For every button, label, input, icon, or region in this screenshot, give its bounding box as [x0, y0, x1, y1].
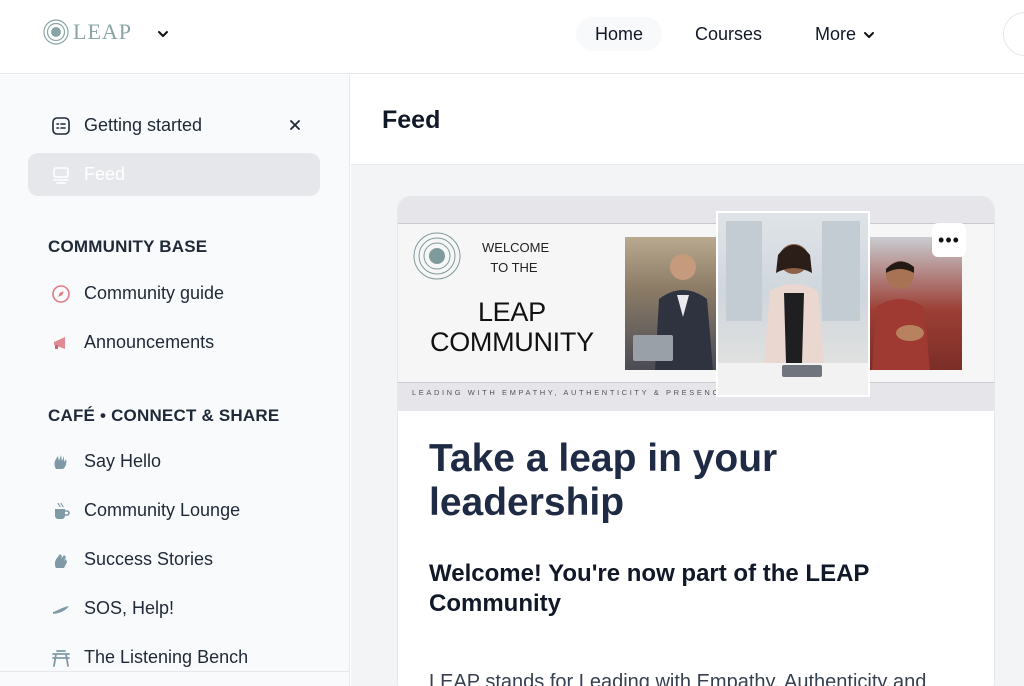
- sidebar-item-label: Success Stories: [84, 549, 214, 569]
- search-input[interactable]: [1003, 12, 1024, 56]
- bench-icon: [50, 647, 72, 669]
- nav-more-label: More: [815, 24, 857, 44]
- post-card[interactable]: WELCOME TO THE LEAP COMMUNITY LEADING WI…: [397, 196, 995, 686]
- sidebar-item-label: Say Hello: [84, 451, 162, 471]
- sidebar-item-label: Getting started: [84, 115, 203, 135]
- logo-icon: [43, 19, 69, 45]
- page-header: Feed: [351, 75, 1024, 165]
- checklist-icon: [50, 115, 72, 137]
- sidebar-item-label: SOS, Help!: [84, 598, 175, 618]
- sidebar-item-community-guide[interactable]: Community guide: [28, 272, 320, 315]
- post-subtitle: Welcome! You're now part of the LEAP Com…: [429, 560, 869, 617]
- sidebar-item-label: Community guide: [84, 283, 225, 303]
- post-cover-image: WELCOME TO THE LEAP COMMUNITY LEADING WI…: [398, 197, 994, 411]
- sidebar-item-say-hello[interactable]: Say Hello: [28, 440, 320, 483]
- coffee-icon: [50, 500, 72, 522]
- nav-home-link[interactable]: Home: [576, 17, 662, 51]
- banner-photo: [716, 211, 870, 397]
- banner-photo: [625, 237, 717, 370]
- sidebar-item-feed[interactable]: Feed: [28, 153, 320, 196]
- feed-icon: [50, 164, 72, 186]
- banner-title: LEAP COMMUNITY: [430, 297, 594, 357]
- post-title: Take a leap in your leadership: [429, 437, 778, 524]
- main-content: Feed WELCOME TO THE LEAP COMMUNITY LEADI…: [351, 75, 1024, 686]
- top-navigation: LEAP Home Courses More: [0, 0, 1024, 74]
- post-more-options-button[interactable]: •••: [932, 223, 966, 257]
- post-body-text: LEAP stands for Leading with Empathy, Au…: [429, 671, 927, 686]
- sidebar-item-success-stories[interactable]: Success Stories: [28, 538, 320, 581]
- sidebar-item-sos-help[interactable]: SOS, Help!: [28, 587, 320, 630]
- sidebar-item-label: Announcements: [84, 332, 215, 352]
- sidebar-item-listening-bench[interactable]: The Listening Bench: [28, 636, 320, 679]
- sidebar-section-heading: COMMUNITY BASE: [48, 237, 208, 256]
- chevron-down-icon: [864, 31, 875, 38]
- compass-icon: [50, 283, 72, 305]
- sidebar-item-community-lounge[interactable]: Community Lounge: [28, 489, 320, 532]
- banner-welcome-text: WELCOME TO THE: [482, 240, 550, 275]
- sidebar: Getting started Feed COMMUNITY BASE Comm…: [0, 75, 350, 686]
- sidebar-item-label: Feed: [84, 164, 126, 184]
- waving-hand-icon: [50, 451, 72, 473]
- sidebar-item-announcements[interactable]: Announcements: [28, 321, 320, 364]
- helping-hand-icon: [50, 598, 72, 620]
- page-title: Feed: [382, 106, 441, 134]
- sidebar-item-label: Community Lounge: [84, 500, 241, 520]
- clapping-hands-icon: [50, 549, 72, 571]
- divider: [0, 671, 350, 672]
- nav-courses-link[interactable]: Courses: [695, 24, 762, 45]
- banner-tagline: LEADING WITH EMPATHY, AUTHENTICITY & PRE…: [412, 388, 729, 397]
- megaphone-icon: [50, 332, 72, 354]
- banner-title-line: COMMUNITY: [430, 327, 594, 357]
- logo[interactable]: LEAP: [43, 19, 132, 45]
- sidebar-item-label: The Listening Bench: [84, 647, 249, 667]
- chevron-down-icon[interactable]: [154, 25, 172, 43]
- banner-title-line: LEAP: [477, 297, 546, 327]
- sidebar-item-getting-started[interactable]: Getting started: [28, 104, 320, 147]
- nav-more-dropdown[interactable]: More: [815, 24, 876, 45]
- logo-text: LEAP: [73, 19, 132, 44]
- close-icon[interactable]: [286, 116, 304, 134]
- sidebar-section-heading: CAFÉ • CONNECT & SHARE: [48, 406, 280, 425]
- logo-icon: [413, 232, 461, 280]
